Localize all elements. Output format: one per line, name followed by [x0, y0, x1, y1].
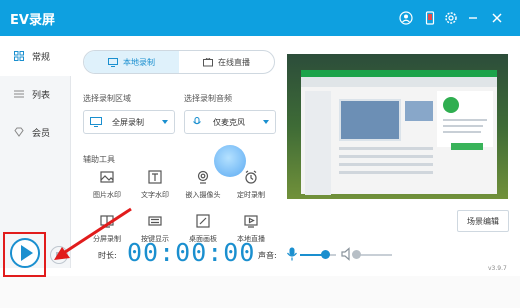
tab-label: 本地录制: [123, 57, 155, 67]
mouse-cursor-highlight: [214, 145, 246, 177]
sidebar-item-general[interactable]: 常规: [0, 36, 71, 76]
stop-record-button[interactable]: [50, 246, 68, 264]
timer-label: 时长:: [98, 251, 117, 260]
close-icon[interactable]: [489, 10, 505, 26]
tool-webcam[interactable]: 嵌入摄像头: [181, 170, 225, 204]
app-title: EV录屏: [10, 13, 55, 28]
paint-icon: [196, 214, 210, 228]
grid-icon: [14, 51, 24, 61]
minimize-icon[interactable]: [465, 10, 481, 26]
monitor-icon: [108, 57, 118, 67]
speaker-volume-track: [356, 254, 392, 256]
sidebar-item-vip[interactable]: 会员: [0, 112, 71, 152]
record-area-value: 全屏录制: [112, 117, 144, 127]
record-area-select[interactable]: 全屏录制: [83, 110, 175, 134]
sidebar-item-label: 列表: [32, 90, 51, 101]
record-area-label: 选择录制区域: [83, 94, 131, 103]
tool-split-screen[interactable]: 分屏录制: [85, 214, 129, 248]
sidebar-item-label: 常规: [32, 52, 51, 63]
tab-local-record[interactable]: 本地录制: [84, 51, 179, 73]
preview-window: [301, 70, 497, 195]
speaker-volume-slider[interactable]: [352, 250, 361, 259]
tools-label: 辅助工具: [83, 155, 115, 164]
mode-tabs: 本地录制 在线直播: [83, 50, 275, 74]
scene-edit-button[interactable]: 场景编辑: [457, 210, 509, 232]
annotation-highlight-box: [3, 232, 46, 277]
screen-preview: [287, 54, 508, 199]
image-icon: [100, 171, 114, 183]
phone-icon[interactable]: [422, 10, 438, 26]
audio-select-label: 选择录制音频: [184, 94, 232, 103]
microphone-icon: [193, 117, 201, 125]
footer-strip: [0, 276, 520, 308]
chevron-down-icon: [263, 120, 269, 124]
tool-label: 图片水印: [93, 191, 121, 199]
tool-image-watermark[interactable]: 图片水印: [85, 170, 129, 204]
audio-select-value: 仅麦克风: [213, 117, 245, 127]
diamond-icon: [14, 127, 24, 137]
chevron-down-icon: [162, 120, 168, 124]
audio-select[interactable]: 仅麦克风: [184, 110, 276, 134]
text-icon: [148, 170, 162, 184]
sidebar-item-label: 会员: [32, 128, 51, 139]
timer-display: 00:00:00: [127, 238, 256, 267]
tool-label: 分屏录制: [93, 235, 121, 243]
tool-label: 定时录制: [237, 191, 265, 199]
version-label: v3.9.7: [488, 265, 507, 272]
user-icon[interactable]: [398, 10, 414, 26]
monitor-icon: [90, 117, 102, 127]
mic-volume-slider[interactable]: [321, 250, 331, 259]
keyboard-icon: [148, 216, 162, 226]
tool-text-watermark[interactable]: 文字水印: [133, 170, 177, 204]
camera-icon: [197, 170, 209, 184]
tab-live-stream[interactable]: 在线直播: [179, 51, 274, 73]
tv-icon: [203, 57, 213, 66]
split-screen-icon: [100, 215, 114, 228]
sidebar-item-list[interactable]: 列表: [0, 74, 71, 114]
stop-icon: [55, 251, 63, 259]
title-bar: EV录屏: [0, 0, 520, 36]
microphone-icon[interactable]: [286, 247, 298, 261]
broadcast-icon: [244, 215, 258, 228]
settings-icon[interactable]: [443, 10, 459, 26]
tool-label: 文字水印: [141, 191, 169, 199]
tool-label: 嵌入摄像头: [185, 191, 221, 199]
sound-label: 声音:: [258, 251, 277, 260]
alarm-icon: [245, 170, 257, 184]
tab-label: 在线直播: [218, 57, 250, 67]
list-icon: [14, 90, 24, 98]
